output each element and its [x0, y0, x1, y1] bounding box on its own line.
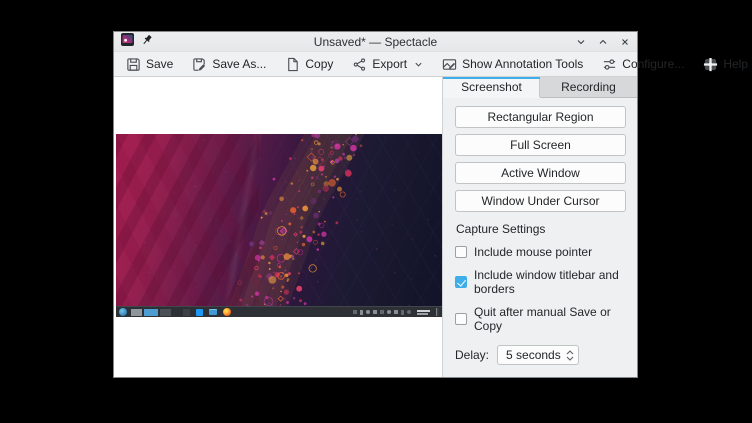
- delay-value: 5 seconds: [506, 348, 566, 362]
- spectacle-app-icon: [121, 33, 134, 51]
- save-label: Save: [146, 57, 173, 71]
- titlebar[interactable]: Unsaved* — Spectacle: [114, 32, 637, 52]
- toolbar: Save Save As... Copy Export: [114, 52, 637, 76]
- taskbar-app-icon: [183, 309, 190, 316]
- option-include-window-titlebar[interactable]: Include window titlebar and borders: [455, 268, 626, 296]
- help-label: Help: [723, 57, 748, 71]
- firefox-app-icon: [223, 308, 231, 316]
- configure-label: Configure...: [622, 57, 684, 71]
- maximize-icon: [598, 37, 608, 47]
- maximize-button[interactable]: [598, 37, 608, 47]
- capture-settings-heading: Capture Settings: [456, 222, 626, 236]
- wallpaper-dots: [116, 134, 442, 306]
- tray-icon: [366, 310, 370, 314]
- spin-up-icon: [566, 350, 574, 355]
- folder-app-icon: [209, 309, 217, 315]
- floppy-save-as-icon: [192, 57, 207, 72]
- tray-icon: [387, 310, 391, 314]
- tray-icon: [407, 310, 411, 314]
- preview-pane: [114, 77, 442, 377]
- show-annotation-tools-label: Show Annotation Tools: [462, 57, 583, 71]
- tab-screenshot[interactable]: Screenshot: [443, 77, 540, 98]
- option-label: Include mouse pointer: [474, 245, 592, 259]
- copy-label: Copy: [305, 57, 333, 71]
- save-as-button[interactable]: Save As...: [192, 57, 266, 72]
- tab-bar: Screenshot Recording: [443, 77, 637, 98]
- checkbox[interactable]: [455, 246, 467, 258]
- option-include-mouse-pointer[interactable]: Include mouse pointer: [455, 245, 626, 259]
- copy-page-icon: [285, 57, 300, 72]
- task-entry-active: [144, 309, 158, 316]
- task-entry: [131, 309, 142, 316]
- tray-icon: [360, 310, 363, 315]
- pin-icon[interactable]: [141, 33, 153, 51]
- save-button[interactable]: Save: [126, 57, 173, 72]
- spinbox-arrows-icon[interactable]: [566, 350, 574, 361]
- rectangular-region-button[interactable]: Rectangular Region: [455, 106, 626, 128]
- share-export-icon: [352, 57, 367, 72]
- window-title: Unsaved* — Spectacle: [114, 35, 637, 49]
- show-annotation-tools-button[interactable]: Show Annotation Tools: [442, 57, 583, 72]
- delay-label: Delay:: [455, 348, 489, 362]
- minimize-icon: [576, 37, 586, 47]
- full-screen-button[interactable]: Full Screen: [455, 134, 626, 156]
- tray-icon: [401, 310, 404, 315]
- active-window-button[interactable]: Active Window: [455, 162, 626, 184]
- tray-icon: [353, 310, 357, 314]
- taskbar-app-icon: [196, 309, 203, 316]
- tray-icon: [380, 310, 384, 314]
- tray-icon: [394, 310, 398, 314]
- close-icon: [620, 37, 630, 47]
- save-as-label: Save As...: [212, 57, 266, 71]
- tray-icon: [373, 310, 377, 314]
- task-entry: [160, 309, 171, 316]
- show-desktop-widget: [436, 308, 439, 316]
- sidebar: Screenshot Recording Rectangular Region …: [442, 77, 637, 377]
- delay-row: Delay: 5 seconds: [455, 345, 626, 365]
- screenshot-preview[interactable]: [116, 134, 442, 317]
- spin-down-icon: [566, 356, 574, 361]
- spectacle-window: Unsaved* — Spectacle Save: [113, 31, 638, 378]
- chevron-down-icon: [414, 60, 423, 69]
- help-button[interactable]: Help: [703, 57, 752, 72]
- kde-launcher-icon: [119, 308, 127, 316]
- window-under-cursor-button[interactable]: Window Under Cursor: [455, 190, 626, 212]
- close-button[interactable]: [620, 37, 630, 47]
- checkbox[interactable]: [455, 313, 467, 325]
- sliders-configure-icon: [602, 57, 617, 72]
- export-button[interactable]: Export: [352, 57, 423, 72]
- delay-spinbox[interactable]: 5 seconds: [497, 345, 579, 365]
- option-label: Quit after manual Save or Copy: [474, 305, 626, 333]
- copy-button[interactable]: Copy: [285, 57, 333, 72]
- clock: [417, 310, 430, 315]
- help-buoy-icon: [703, 57, 718, 72]
- option-label: Include window titlebar and borders: [474, 268, 626, 296]
- export-label: Export: [372, 57, 407, 71]
- tab-recording[interactable]: Recording: [540, 77, 637, 98]
- preview-taskbar: [116, 306, 442, 317]
- configure-button[interactable]: Configure...: [602, 57, 684, 72]
- checkbox[interactable]: [455, 276, 467, 288]
- floppy-save-icon: [126, 57, 141, 72]
- minimize-button[interactable]: [576, 37, 586, 47]
- option-quit-after-save[interactable]: Quit after manual Save or Copy: [455, 305, 626, 333]
- image-annotation-icon: [442, 57, 457, 72]
